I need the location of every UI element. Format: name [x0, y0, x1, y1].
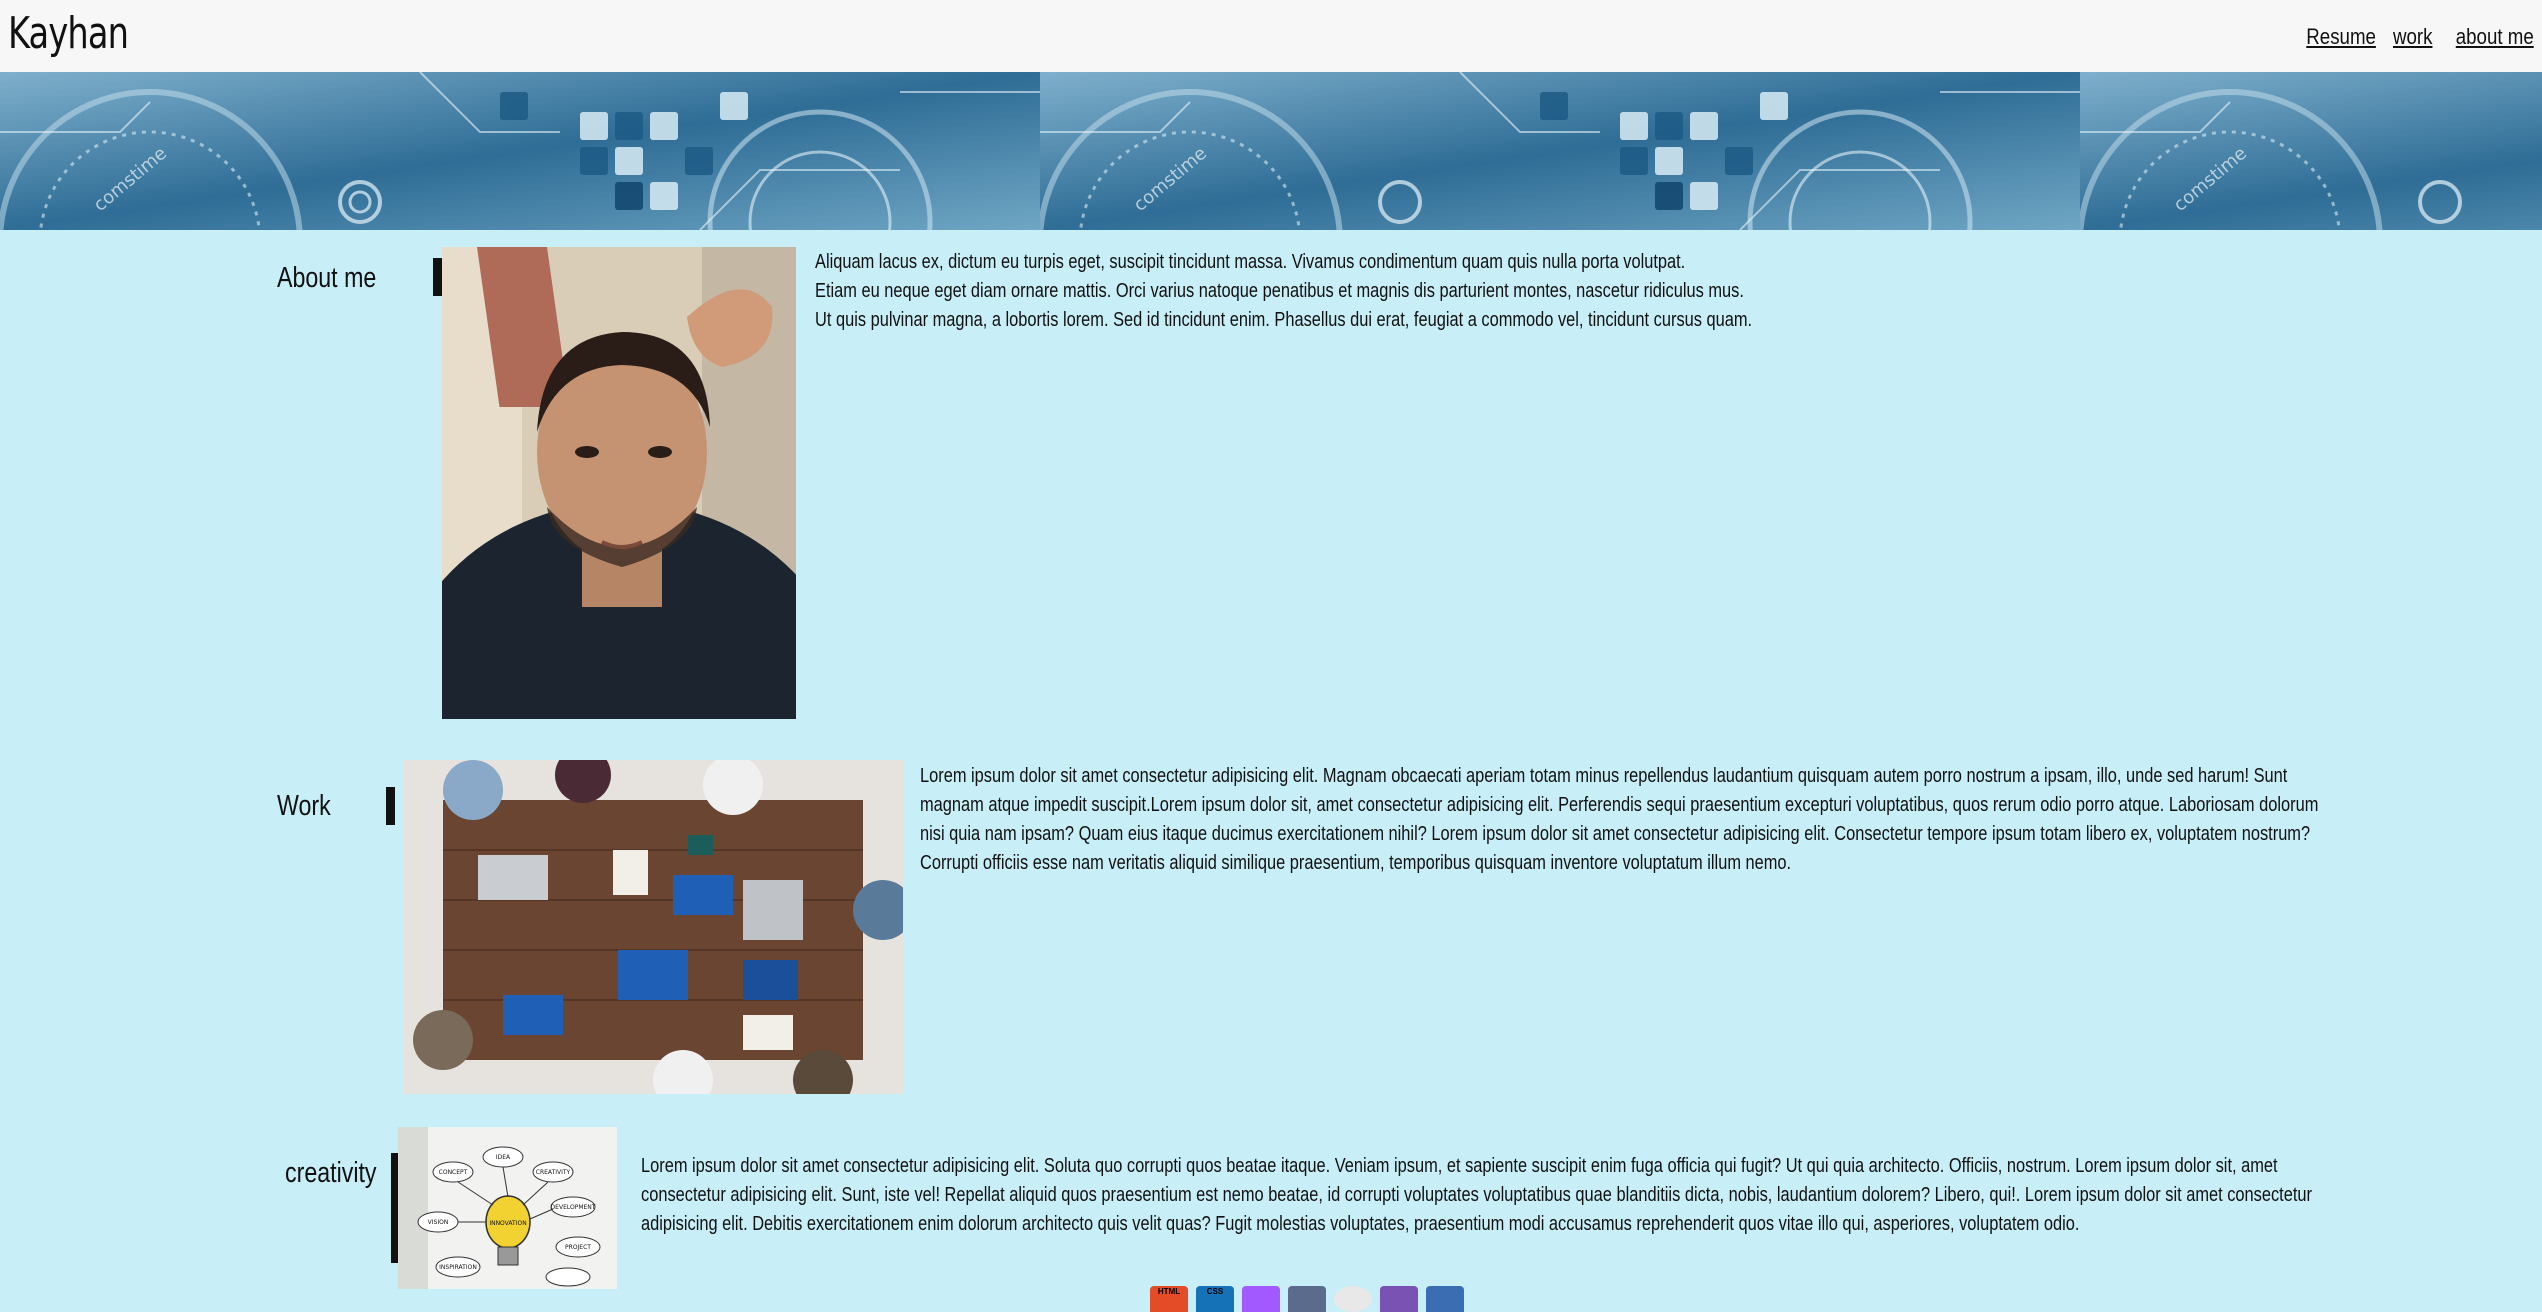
section-marker [386, 787, 395, 825]
banner-tile: comstime [0, 72, 1040, 230]
section-title-work: Work [277, 790, 331, 822]
work-text: Lorem ipsum dolor sit amet consectetur a… [920, 765, 2319, 874]
diagram-word: VISION [428, 1219, 449, 1226]
html-icon: HTML [1150, 1286, 1188, 1312]
about-paragraph: Aliquam lacus ex, dictum eu turpis eget,… [815, 248, 1815, 335]
banner-tile: comstime [1040, 72, 2080, 230]
tech-banner: comstime comstime comstime [0, 72, 2542, 230]
section-title-about-me: About me [277, 262, 377, 294]
nav-link-work[interactable]: work [2393, 24, 2432, 50]
banner-tile: comstime [2080, 72, 2542, 230]
bootstrap-icon [1380, 1286, 1418, 1312]
work-photo [403, 760, 903, 1094]
node-icon [1334, 1286, 1372, 1312]
react-icon [1288, 1286, 1326, 1312]
nav-link-resume[interactable]: Resume [2306, 24, 2376, 50]
about-line: Ut quis pulvinar magna, a lobortis lorem… [815, 309, 1753, 331]
about-line: Etiam eu neque eget diam ornare mattis. … [815, 280, 1744, 302]
css-icon: CSS [1196, 1286, 1234, 1312]
section-title-creativity: creativity [285, 1157, 377, 1189]
creativity-paragraph: Lorem ipsum dolor sit amet consectetur a… [641, 1152, 2331, 1239]
diagram-word: INSPIRATION [439, 1264, 477, 1271]
diagram-word: CREATIVITY [536, 1169, 571, 1176]
work-paragraph: Lorem ipsum dolor sit amet consectetur a… [920, 762, 2340, 878]
diagram-word: DEVELOPMENT [551, 1204, 596, 1211]
python-icon [1426, 1286, 1464, 1312]
diagram-word: INNOVATION [489, 1220, 526, 1227]
diagram-word: CONCEPT [439, 1169, 468, 1176]
creativity-diagram-image: IDEA CONCEPT INNOVATION VISION DEVELOPME… [398, 1127, 617, 1289]
diagram-word: PROJECT [565, 1244, 591, 1251]
nav-link-about-me[interactable]: about me [2456, 24, 2534, 50]
tech-stack-icons: HTML CSS [1150, 1286, 1464, 1312]
top-navbar: Kayhan Resume work about me [0, 0, 2542, 72]
diagram-word: IDEA [496, 1154, 511, 1161]
section-marker [433, 258, 442, 296]
site-brand[interactable]: Kayhan [8, 8, 129, 59]
main-nav: Resume work about me [2294, 24, 2534, 50]
profile-photo [442, 247, 796, 719]
figma-icon [1242, 1286, 1280, 1312]
about-line: Aliquam lacus ex, dictum eu turpis eget,… [815, 251, 1686, 273]
creativity-text: Lorem ipsum dolor sit amet consectetur a… [641, 1155, 2313, 1235]
